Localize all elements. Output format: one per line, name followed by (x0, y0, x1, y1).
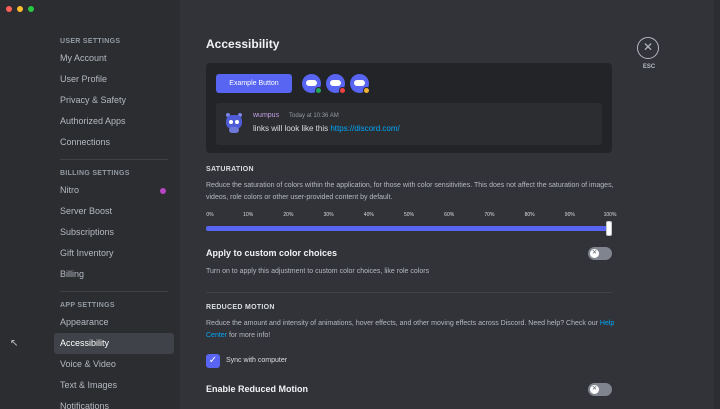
close-button[interactable]: ✕ (637, 37, 659, 59)
sidebar-item-subscriptions[interactable]: Subscriptions (54, 222, 174, 243)
saturation-tick-label: 80% (524, 212, 535, 218)
sidebar-item-privacy-safety[interactable]: Privacy & Safety (54, 90, 174, 111)
saturation-tick-label: 40% (363, 212, 374, 218)
idle-status-icon (363, 87, 370, 94)
sidebar-item-server-boost[interactable]: Server Boost (54, 201, 174, 222)
saturation-slider-track[interactable] (206, 226, 610, 231)
close-icon: ✕ (642, 40, 654, 54)
saturation-tick-label: 60% (444, 212, 455, 218)
custom-colors-toggle[interactable]: ✕ (588, 247, 612, 260)
sidebar-panel: USER SETTINGS My Account User Profile Pr… (0, 0, 180, 409)
custom-colors-title: Apply to custom color choices (206, 248, 338, 258)
sidebar-item-voice-video[interactable]: Voice & Video (54, 354, 174, 375)
message-timestamp: Today at 10:36 AM (289, 113, 339, 119)
window-controls (6, 6, 34, 12)
saturation-tick-label: 70% (484, 212, 495, 218)
sidebar-item-authorized-apps[interactable]: Authorized Apps (54, 111, 174, 132)
sidebar-item-connections[interactable]: Connections (54, 132, 174, 153)
scrollbar[interactable] (714, 0, 720, 409)
section-divider (206, 292, 612, 293)
message-author: wumpus (253, 112, 280, 119)
discord-avatar-icon (302, 74, 322, 94)
sync-checkbox[interactable]: ✓ (206, 354, 220, 368)
online-status-icon (315, 87, 322, 94)
settings-content: Accessibility ✕ ESC Example Button wumpu… (180, 0, 720, 409)
mouse-cursor-icon: ↖ (10, 338, 19, 349)
sidebar-item-gift-inventory[interactable]: Gift Inventory (54, 243, 174, 264)
reduced-motion-toggle[interactable]: ✕ (588, 383, 612, 396)
sidebar-header-user-settings: USER SETTINGS (60, 38, 121, 45)
saturation-tick-label: 30% (323, 212, 334, 218)
sidebar-header-app-settings: APP SETTINGS (60, 302, 115, 309)
checkmark-icon: ✓ (208, 355, 218, 366)
app-window: USER SETTINGS My Account User Profile Pr… (0, 0, 720, 409)
settings-sidebar: USER SETTINGS My Account User Profile Pr… (54, 36, 174, 409)
esc-label: ESC (642, 64, 656, 70)
dnd-status-icon (339, 87, 346, 94)
saturation-ticks: 0% 10% 20% 30% 40% 50% 60% 70% 80% 90% 100% (206, 212, 616, 222)
sidebar-divider (60, 159, 168, 160)
toggle-off-icon: ✕ (590, 385, 599, 394)
saturation-tick-label: 100% (603, 212, 617, 218)
custom-colors-description: Turn on to apply this adjustment to cust… (206, 268, 430, 275)
sidebar-divider (60, 291, 168, 292)
minimize-window-button[interactable] (17, 6, 23, 12)
sidebar-item-label: Nitro (60, 185, 80, 195)
saturation-tick-label: 50% (403, 212, 415, 218)
sidebar-item-user-profile[interactable]: User Profile (54, 69, 174, 90)
preview-message: wumpus Today at 10:36 AM links will look… (216, 103, 602, 145)
reduced-motion-description: Reduce the amount and intensity of anima… (206, 318, 616, 342)
sidebar-item-billing[interactable]: Billing (54, 264, 174, 285)
message-link[interactable]: https://discord.com/ (330, 124, 399, 133)
saturation-tick-label: 90% (564, 212, 575, 218)
sidebar-header-billing-settings: BILLING SETTINGS (60, 170, 130, 177)
saturation-tick-label: 20% (283, 212, 294, 218)
discord-avatar-icon (350, 74, 370, 94)
saturation-tick-label: 0% (206, 212, 214, 218)
message-text: links will look like this https://discor… (253, 124, 400, 133)
page-title: Accessibility (206, 37, 280, 51)
example-button[interactable]: Example Button (216, 74, 292, 93)
accessibility-preview: Example Button wumpus Today at 10:36 AM (206, 63, 612, 153)
maximize-window-button[interactable] (28, 6, 34, 12)
saturation-tick-label: 10% (243, 212, 254, 218)
nitro-badge-icon (160, 188, 166, 194)
message-body: links will look like this (253, 124, 331, 133)
toggle-off-icon: ✕ (590, 249, 599, 258)
saturation-header: SATURATION (206, 166, 254, 173)
sidebar-item-appearance[interactable]: Appearance (54, 312, 174, 333)
wumpus-avatar-icon (224, 113, 244, 133)
reduced-motion-suffix: for more info! (227, 332, 271, 339)
reduced-motion-header: REDUCED MOTION (206, 304, 275, 311)
sidebar-item-nitro[interactable]: Nitro (54, 180, 174, 201)
reduced-motion-text: Reduce the amount and intensity of anima… (206, 320, 600, 327)
sidebar-item-my-account[interactable]: My Account (54, 48, 174, 69)
discord-avatar-icon (326, 74, 346, 94)
close-window-button[interactable] (6, 6, 12, 12)
sync-checkbox-label: Sync with computer (226, 357, 288, 364)
saturation-description: Reduce the saturation of colors within t… (206, 182, 614, 201)
sidebar-item-text-images[interactable]: Text & Images (54, 375, 174, 396)
saturation-slider-handle[interactable] (606, 221, 612, 236)
sidebar-item-accessibility[interactable]: Accessibility (54, 333, 174, 354)
sidebar-item-notifications[interactable]: Notifications (54, 396, 174, 409)
reduced-motion-title: Enable Reduced Motion (206, 384, 309, 394)
